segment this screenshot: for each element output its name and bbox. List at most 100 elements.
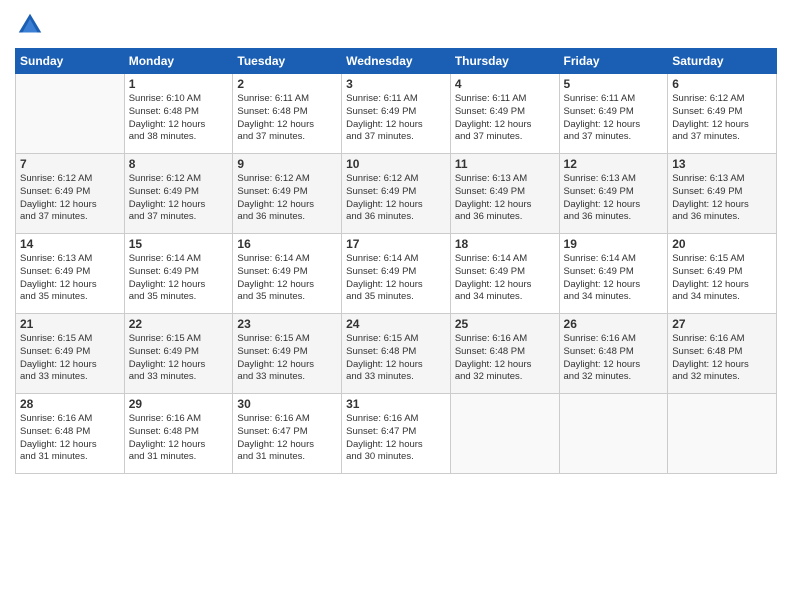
cell-date: 9 <box>237 157 337 171</box>
table-row: 20 Sunrise: 6:15 AMSunset: 6:49 PMDayligh… <box>668 234 777 314</box>
calendar-week-2: 14 Sunrise: 6:13 AMSunset: 6:49 PMDayligh… <box>16 234 777 314</box>
header-row: Sunday Monday Tuesday Wednesday Thursday… <box>16 49 777 74</box>
table-row: 1 Sunrise: 6:10 AMSunset: 6:48 PMDaylight… <box>124 74 233 154</box>
cell-date: 21 <box>20 317 120 331</box>
table-row: 16 Sunrise: 6:14 AMSunset: 6:49 PMDayligh… <box>233 234 342 314</box>
table-row: 7Sunrise: 6:12 AMSunset: 6:49 PMDaylight… <box>16 154 125 234</box>
cell-date: 15 <box>129 237 229 251</box>
table-row: 13 Sunrise: 6:13 AMSunset: 6:49 PMDayligh… <box>668 154 777 234</box>
table-row <box>559 394 668 474</box>
logo <box>15 10 47 40</box>
cell-date: 13 <box>672 157 772 171</box>
calendar-week-0: 1 Sunrise: 6:10 AMSunset: 6:48 PMDaylight… <box>16 74 777 154</box>
col-friday: Friday <box>559 49 668 74</box>
cell-info: Sunrise: 6:15 AMSunset: 6:49 PMDaylight:… <box>129 333 229 384</box>
cell-info: Sunrise: 6:16 AMSunset: 6:48 PMDaylight:… <box>129 413 229 464</box>
cell-date: 27 <box>672 317 772 331</box>
calendar-week-1: 7 Sunrise: 6:12 AMSunset: 6:49 PMDaylight… <box>16 154 777 234</box>
cell-date: 3 <box>346 77 446 91</box>
header <box>15 10 777 40</box>
table-row: 6 Sunrise: 6:12 AMSunset: 6:49 PMDaylight… <box>668 74 777 154</box>
calendar-week-3: 21 Sunrise: 6:15 AMSunset: 6:49 PMDayligh… <box>16 314 777 394</box>
col-tuesday: Tuesday <box>233 49 342 74</box>
calendar-table: Sunday Monday Tuesday Wednesday Thursday… <box>15 48 777 474</box>
cell-info: Sunrise: 6:14 AMSunset: 6:49 PMDaylight:… <box>455 253 555 304</box>
cell-info: Sunrise: 6:13 AMSunset: 6:49 PMDaylight:… <box>672 173 772 224</box>
table-row: 23Sunrise: 6:15 AMSunset: 6:49 PMDayligh… <box>233 314 342 394</box>
cell-date: 30 <box>237 397 337 411</box>
cell-info: Sunrise: 6:12 AMSunset: 6:49 PMDaylight:… <box>672 93 772 144</box>
table-row: 10Sunrise: 6:12 AMSunset: 6:49 PMDayligh… <box>342 154 451 234</box>
cell-info: Sunrise: 6:15 AMSunset: 6:49 PMDaylight:… <box>237 333 337 384</box>
cell-info: Sunrise: 6:11 AMSunset: 6:49 PMDaylight:… <box>455 93 555 144</box>
cell-info: Sunrise: 6:16 AMSunset: 6:47 PMDaylight:… <box>346 413 446 464</box>
table-row: 19 Sunrise: 6:14 AMSunset: 6:49 PMDayligh… <box>559 234 668 314</box>
table-row: 26 Sunrise: 6:16 AMSunset: 6:48 PMDayligh… <box>559 314 668 394</box>
table-row: 30 Sunrise: 6:16 AMSunset: 6:47 PMDayligh… <box>233 394 342 474</box>
cell-date: 8 <box>129 157 229 171</box>
cell-info: Sunrise: 6:13 AMSunset: 6:49 PMDaylight:… <box>20 253 120 304</box>
cell-info: Sunrise: 6:14 AMSunset: 6:49 PMDaylight:… <box>237 253 337 304</box>
table-row: 28 Sunrise: 6:16 AMSunset: 6:48 PMDayligh… <box>16 394 125 474</box>
cell-info: Sunrise: 6:15 AMSunset: 6:48 PMDaylight:… <box>346 333 446 384</box>
table-row: 4 Sunrise: 6:11 AMSunset: 6:49 PMDaylight… <box>450 74 559 154</box>
table-row: 11Sunrise: 6:13 AMSunset: 6:49 PMDayligh… <box>450 154 559 234</box>
cell-date: 12 <box>564 157 664 171</box>
calendar-week-4: 28 Sunrise: 6:16 AMSunset: 6:48 PMDayligh… <box>16 394 777 474</box>
cell-info: Sunrise: 6:12 AMSunset: 6:49 PMDaylight:… <box>237 173 337 224</box>
cell-date: 4 <box>455 77 555 91</box>
cell-date: 22 <box>129 317 229 331</box>
cell-info: Sunrise: 6:14 AMSunset: 6:49 PMDaylight:… <box>129 253 229 304</box>
cell-date: 28 <box>20 397 120 411</box>
cell-info: Sunrise: 6:16 AMSunset: 6:48 PMDaylight:… <box>455 333 555 384</box>
cell-info: Sunrise: 6:16 AMSunset: 6:48 PMDaylight:… <box>564 333 664 384</box>
table-row <box>450 394 559 474</box>
table-row: 14 Sunrise: 6:13 AMSunset: 6:49 PMDayligh… <box>16 234 125 314</box>
col-saturday: Saturday <box>668 49 777 74</box>
table-row: 9 Sunrise: 6:12 AMSunset: 6:49 PMDaylight… <box>233 154 342 234</box>
table-row: 22 Sunrise: 6:15 AMSunset: 6:49 PMDayligh… <box>124 314 233 394</box>
cell-date: 14 <box>20 237 120 251</box>
table-row: 18 Sunrise: 6:14 AMSunset: 6:49 PMDayligh… <box>450 234 559 314</box>
cell-date: 18 <box>455 237 555 251</box>
table-row: 8Sunrise: 6:12 AMSunset: 6:49 PMDaylight… <box>124 154 233 234</box>
table-row: 24 Sunrise: 6:15 AMSunset: 6:48 PMDayligh… <box>342 314 451 394</box>
col-sunday: Sunday <box>16 49 125 74</box>
cell-info: Sunrise: 6:13 AMSunset: 6:49 PMDaylight:… <box>564 173 664 224</box>
cell-date: 19 <box>564 237 664 251</box>
cell-date: 16 <box>237 237 337 251</box>
cell-date: 5 <box>564 77 664 91</box>
cell-date: 1 <box>129 77 229 91</box>
cell-info: Sunrise: 6:16 AMSunset: 6:48 PMDaylight:… <box>20 413 120 464</box>
cell-info: Sunrise: 6:10 AMSunset: 6:48 PMDaylight:… <box>129 93 229 144</box>
cell-info: Sunrise: 6:14 AMSunset: 6:49 PMDaylight:… <box>564 253 664 304</box>
cell-info: Sunrise: 6:15 AMSunset: 6:49 PMDaylight:… <box>20 333 120 384</box>
cell-info: Sunrise: 6:16 AMSunset: 6:47 PMDaylight:… <box>237 413 337 464</box>
col-wednesday: Wednesday <box>342 49 451 74</box>
table-row <box>668 394 777 474</box>
page: Sunday Monday Tuesday Wednesday Thursday… <box>0 0 792 612</box>
cell-date: 29 <box>129 397 229 411</box>
cell-info: Sunrise: 6:11 AMSunset: 6:49 PMDaylight:… <box>564 93 664 144</box>
cell-date: 6 <box>672 77 772 91</box>
cell-date: 10 <box>346 157 446 171</box>
cell-info: Sunrise: 6:14 AMSunset: 6:49 PMDaylight:… <box>346 253 446 304</box>
cell-date: 26 <box>564 317 664 331</box>
col-monday: Monday <box>124 49 233 74</box>
table-row: 27Sunrise: 6:16 AMSunset: 6:48 PMDayligh… <box>668 314 777 394</box>
cell-date: 24 <box>346 317 446 331</box>
cell-date: 7 <box>20 157 120 171</box>
cell-date: 20 <box>672 237 772 251</box>
cell-date: 2 <box>237 77 337 91</box>
table-row: 2Sunrise: 6:11 AMSunset: 6:48 PMDaylight… <box>233 74 342 154</box>
table-row: 21 Sunrise: 6:15 AMSunset: 6:49 PMDayligh… <box>16 314 125 394</box>
table-row <box>16 74 125 154</box>
table-row: 31 Sunrise: 6:16 AMSunset: 6:47 PMDayligh… <box>342 394 451 474</box>
cell-info: Sunrise: 6:15 AMSunset: 6:49 PMDaylight:… <box>672 253 772 304</box>
table-row: 29 Sunrise: 6:16 AMSunset: 6:48 PMDayligh… <box>124 394 233 474</box>
table-row: 12 Sunrise: 6:13 AMSunset: 6:49 PMDayligh… <box>559 154 668 234</box>
cell-date: 25 <box>455 317 555 331</box>
cell-date: 11 <box>455 157 555 171</box>
cell-date: 31 <box>346 397 446 411</box>
table-row: 3Sunrise: 6:11 AMSunset: 6:49 PMDaylight… <box>342 74 451 154</box>
